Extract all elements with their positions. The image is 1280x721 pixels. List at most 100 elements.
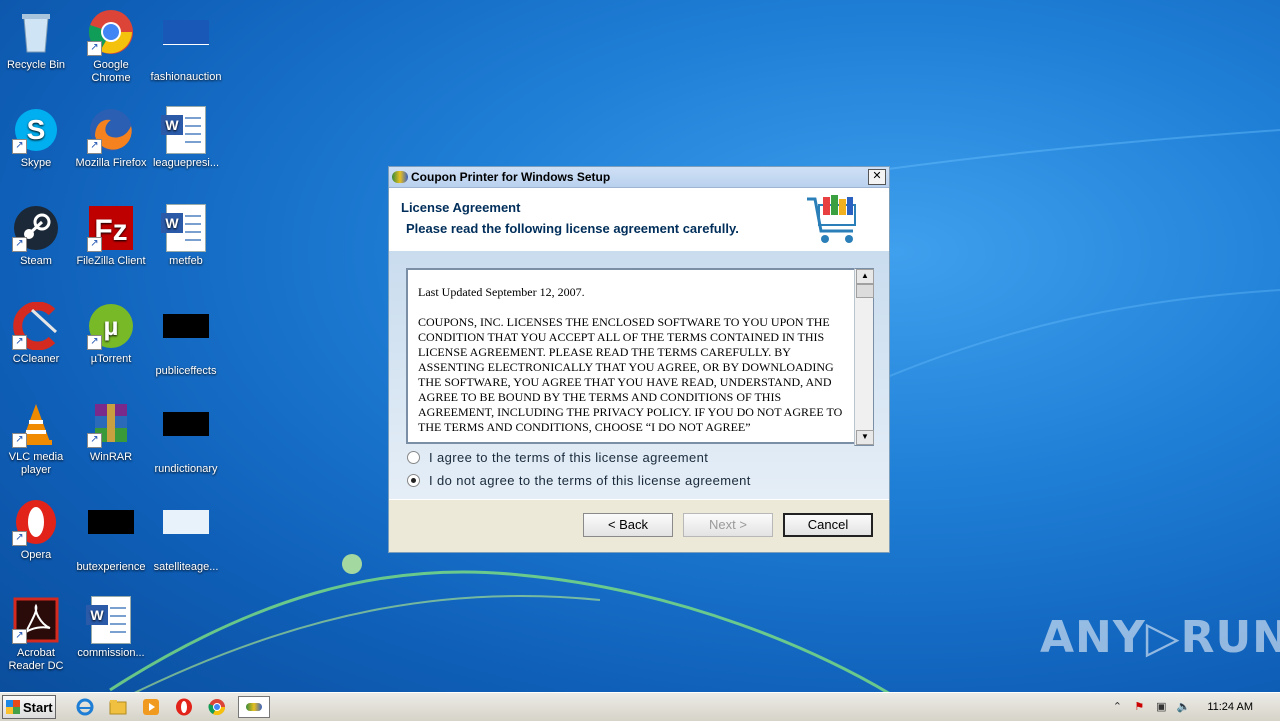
desktop-icon-label: CCleaner — [12, 353, 60, 365]
next-button[interactable]: Next > — [683, 513, 773, 537]
desktop-icon-label: fashionauction — [150, 71, 222, 83]
header-title: License Agreement — [401, 200, 521, 215]
desktop-icon-label: rundictionary — [154, 463, 218, 475]
desktop-icon-metfeb[interactable]: W metfeb — [148, 204, 224, 268]
desktop-icon-steam[interactable]: ↗ Steam — [0, 204, 74, 268]
license-paragraph: Last Updated September 12, 2007. — [418, 285, 585, 299]
show-hidden-icons-icon[interactable]: ⌃ — [1109, 699, 1125, 715]
word-document-icon: W — [161, 106, 210, 154]
network-icon[interactable]: ▣ — [1153, 699, 1169, 715]
desktop-icon-commission[interactable]: W commission... — [73, 596, 149, 660]
internet-explorer-icon[interactable] — [74, 696, 96, 718]
dialog-header: License Agreement Please read the follow… — [389, 188, 889, 252]
agree-radio-option[interactable]: I agree to the terms of this license agr… — [407, 450, 708, 465]
setup-dialog: Coupon Printer for Windows Setup ✕ Licen… — [388, 166, 890, 553]
chrome-icon: ↗ — [87, 8, 135, 56]
agree-radio[interactable] — [407, 451, 420, 464]
desktop-icon-label: µTorrent — [90, 353, 132, 365]
dialog-titlebar[interactable]: Coupon Printer for Windows Setup ✕ — [389, 167, 889, 188]
desktop-icon-rundictionary[interactable]: rundictionary — [148, 400, 224, 476]
coupon-setup-taskbar-button[interactable] — [238, 696, 270, 718]
desktop-icon-opera[interactable]: ↗ Opera — [0, 498, 74, 562]
shortcut-arrow-icon: ↗ — [12, 531, 27, 546]
shortcut-arrow-icon: ↗ — [12, 237, 27, 252]
scroll-up-button[interactable]: ▲ — [856, 269, 874, 284]
acrobat-icon: ↗ — [12, 596, 60, 644]
clock[interactable]: 11:24 AM — [1207, 701, 1253, 713]
desktop-icon-recycle-bin[interactable]: Recycle Bin — [0, 8, 74, 72]
file-thumbnail-icon — [162, 20, 210, 68]
taskbar: Start ⌃ ⚑ ▣ 🔈 11:24 AM — [0, 692, 1280, 721]
desktop-icon-skype[interactable]: S ↗ Skype — [0, 106, 74, 170]
windows-flag-icon — [6, 700, 20, 714]
shortcut-arrow-icon: ↗ — [12, 433, 27, 448]
disagree-radio-option[interactable]: I do not agree to the terms of this lice… — [407, 473, 751, 488]
desktop-icon-label: Acrobat Reader DC — [8, 647, 64, 672]
cancel-button[interactable]: Cancel — [783, 513, 873, 537]
chrome-taskbar-icon[interactable] — [206, 696, 228, 718]
word-document-icon: W — [161, 204, 210, 252]
close-button[interactable]: ✕ — [868, 169, 886, 185]
agree-radio-label: I agree to the terms of this license agr… — [429, 450, 709, 465]
desktop-icon-leaguepresi[interactable]: W leaguepresi... — [148, 106, 224, 170]
disagree-radio[interactable] — [407, 474, 420, 487]
desktop-icon-google-chrome[interactable]: ↗ Google Chrome — [73, 8, 149, 85]
desktop-icon-utorrent[interactable]: µ ↗ µTorrent — [73, 302, 149, 366]
desktop-icon-ccleaner[interactable]: ↗ CCleaner — [0, 301, 74, 366]
coupon-app-icon — [392, 171, 408, 183]
file-explorer-icon[interactable] — [107, 696, 129, 718]
desktop-icon-label: butexperience — [76, 561, 146, 573]
shortcut-arrow-icon: ↗ — [12, 139, 27, 154]
desktop-icon-satelliteage[interactable]: satelliteage... — [148, 498, 224, 574]
file-thumbnail-icon — [162, 510, 210, 558]
dialog-footer: < Back Next > Cancel — [389, 499, 889, 552]
desktop-icon-mozilla-firefox[interactable]: ↗ Mozilla Firefox — [73, 106, 149, 170]
shortcut-arrow-icon: ↗ — [87, 237, 102, 252]
desktop-icon-label: Skype — [20, 157, 52, 169]
opera-taskbar-icon[interactable] — [173, 696, 195, 718]
desktop-icon-label: Mozilla Firefox — [75, 157, 147, 169]
media-player-icon[interactable] — [140, 696, 162, 718]
license-textbox[interactable]: Last Updated September 12, 2007. COUPONS… — [406, 268, 856, 444]
desktop-icon-vlc[interactable]: ↗ VLC media player — [0, 400, 74, 477]
file-thumbnail-icon — [162, 314, 210, 362]
disagree-radio-label: I do not agree to the terms of this lice… — [429, 473, 751, 488]
desktop-icon-fashionauction[interactable]: fashionauction — [148, 8, 224, 84]
filezilla-icon: Fz ↗ — [87, 204, 135, 252]
firefox-icon: ↗ — [87, 106, 135, 154]
start-button[interactable]: Start — [2, 695, 56, 719]
dialog-title: Coupon Printer for Windows Setup — [411, 170, 611, 184]
desktop-icon-label: Google Chrome — [91, 59, 131, 84]
svg-text:µ: µ — [104, 311, 119, 341]
desktop-icon-winrar[interactable]: ↗ WinRAR — [73, 400, 149, 464]
desktop-icon-publiceffects[interactable]: publiceffects — [148, 302, 224, 378]
anyrun-watermark: ANY▷RUN — [1040, 612, 1280, 663]
scroll-thumb[interactable] — [856, 284, 874, 298]
steam-icon: ↗ — [12, 204, 60, 252]
desktop-icon-label: Steam — [20, 255, 52, 267]
vlc-cone-icon: ↗ — [12, 400, 60, 448]
volume-icon[interactable]: 🔈 — [1175, 699, 1191, 715]
shortcut-arrow-icon: ↗ — [87, 335, 102, 350]
file-thumbnail-icon — [87, 510, 135, 558]
shopping-cart-icon — [807, 195, 856, 243]
action-center-flag-icon[interactable]: ⚑ — [1131, 699, 1147, 715]
start-label: Start — [23, 699, 53, 715]
recycle-bin-icon — [12, 8, 60, 56]
back-button[interactable]: < Back — [583, 513, 673, 537]
desktop-icon-butexperience[interactable]: butexperience — [73, 498, 149, 574]
desktop-icon-label: leaguepresi... — [152, 157, 220, 169]
shortcut-arrow-icon: ↗ — [87, 41, 102, 56]
shortcut-arrow-icon: ↗ — [12, 629, 27, 644]
desktop-icon-filezilla[interactable]: Fz ↗ FileZilla Client — [73, 204, 149, 268]
desktop-icon-label: VLC media player — [8, 451, 64, 476]
license-scrollbar[interactable]: ▲ ▼ — [854, 268, 874, 446]
opera-icon: ↗ — [12, 498, 60, 546]
desktop-icon-label: WinRAR — [89, 451, 133, 463]
word-document-icon: W — [86, 596, 135, 644]
desktop-icon-acrobat-reader[interactable]: ↗ Acrobat Reader DC — [0, 596, 74, 673]
ccleaner-icon: ↗ — [12, 301, 60, 351]
scroll-down-button[interactable]: ▼ — [856, 430, 874, 445]
desktop-icon-label: commission... — [77, 647, 145, 659]
header-subtitle: Please read the following license agreem… — [406, 221, 739, 236]
